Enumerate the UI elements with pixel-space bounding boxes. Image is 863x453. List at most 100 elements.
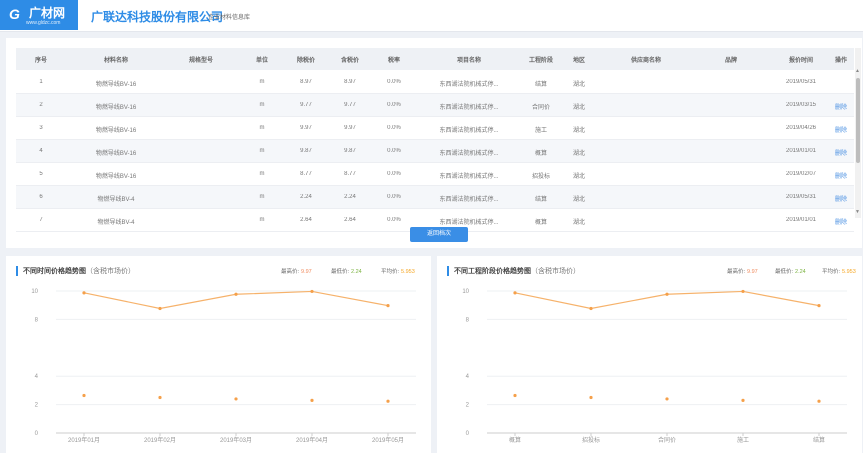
delete-link[interactable]: 删除 [829,102,853,111]
y-tick-label: 8 [466,317,470,323]
top-header: G 广材网 www.gldzc.com 广联达科技股份有限公司 企业材料信息库 [0,0,863,32]
table-cell: 结算 [534,197,547,203]
delete-link[interactable]: 删除 [829,171,853,180]
table-cell: 4 [39,148,43,154]
y-tick-label: 8 [35,317,39,323]
table-cell: 8.97 [344,79,356,85]
logo[interactable]: G 广材网 www.gldzc.com [0,0,78,30]
table-cell: 2.24 [300,194,312,200]
return-button[interactable]: 返回档次 [410,227,468,242]
data-point [158,306,162,311]
table-cell: 物燃导线BV-16 [95,82,137,88]
table-cell: 东西湖法院机械式停... [439,105,499,111]
column-header: 工程阶段 [528,58,553,64]
table-cell: 东西湖法院机械式停... [439,82,499,88]
table-cell: 物燃导线BV-4 [97,220,135,226]
data-point [665,397,669,401]
table-cell: m [259,171,265,177]
table-row[interactable]: 5 物燃导线BV-16 m 8.77 8.77 0.0% 东西湖法院机械式停... 招投标 湖北… [16,163,854,186]
delete-link[interactable]: 删除 [829,125,853,134]
table-row[interactable]: 2 物燃导线BV-16 m 9.77 9.77 0.0% 东西湖法院机械式停... 合同价 湖北… [16,94,854,117]
table-header: 序号 材料名称 规格型号 单位 除税价 含税价 税率 项目名称 工程阶段 地区 … [16,48,854,70]
data-point [513,291,517,295]
data-point [513,393,517,398]
table-cell: 湖北 [572,105,585,111]
y-tick-label: 10 [462,289,469,295]
column-header: 除税价 [296,58,315,64]
table-cell: m [259,217,265,223]
table-cell: 9.87 [300,148,312,154]
scroll-down-icon[interactable]: ▼ [855,209,860,215]
table-cell: 湖北 [572,151,585,157]
y-tick-label: 10 [31,289,38,295]
logo-url: www.gldzc.com [26,20,61,26]
scrollbar-thumb[interactable] [856,78,860,163]
table-row[interactable]: 1 物燃导线BV-16 m 8.97 8.97 0.0% 东西湖法院机械式停... 结算 湖北 2… [16,71,854,94]
data-point [310,398,314,402]
data-point [82,291,86,295]
table-cell: 0.0% [387,217,401,223]
column-header: 序号 [34,58,47,64]
column-header: 品牌 [724,58,737,64]
table-cell: 9.77 [300,102,312,108]
table-cell: 物燃导线BV-16 [95,105,137,111]
x-tick-label: 2019年05月 [372,436,404,444]
table-cell: 物燃导线BV-16 [95,174,137,180]
x-tick-label: 合同价 [658,436,676,444]
page-subtitle: 企业材料信息库 [208,15,251,21]
delete-link[interactable]: 删除 [829,217,853,226]
table-cell: 东西湖法院机械式停... [439,174,499,180]
column-header: 材料名称 [103,58,128,64]
table-cell: 湖北 [572,128,585,134]
table-cell: 招投标 [531,174,550,180]
table-cell: 5 [39,171,43,177]
table-cell: 9.77 [344,102,356,108]
column-header: 税率 [387,58,400,64]
table-cell: 施工 [534,128,547,134]
table-cell: 2.24 [344,194,356,200]
y-tick-label: 0 [35,431,39,437]
table-cell: 8.77 [300,171,312,177]
table-cell: 2019/04/26 [785,125,817,131]
y-tick-label: 4 [466,374,470,380]
table-cell: m [259,194,265,200]
delete-link[interactable]: 删除 [829,194,853,203]
table-cell: 9.87 [344,148,356,154]
table-row[interactable]: 3 物燃导线BV-16 m 9.97 9.97 0.0% 东西湖法院机械式停... 施工 湖北 2… [16,117,854,140]
table-cell: 物燃导线BV-4 [97,197,135,203]
table-cell: 0.0% [387,148,401,154]
column-header: 操作 [834,58,847,64]
x-tick-label: 结算 [813,436,825,444]
x-tick-label: 2019年03月 [220,436,252,444]
table-cell: 东西湖法院机械式停... [439,128,499,134]
scroll-up-icon[interactable]: ▲ [855,68,860,74]
table-cell: 0.0% [387,79,401,85]
table-cell: 2.64 [300,217,312,223]
table-row[interactable]: 4 物燃导线BV-16 m 9.87 9.87 0.0% 东西湖法院机械式停... 概算 湖北 2… [16,140,854,163]
table-cell: m [259,102,265,108]
logo-mark-icon: G [9,6,20,22]
table-cell: 物燃导线BV-16 [95,128,137,134]
y-tick-label: 0 [466,431,470,437]
table-cell: m [259,79,265,85]
table-cell: 7 [39,217,43,223]
column-header: 规格型号 [188,58,213,64]
table-cell: 湖北 [572,174,585,180]
column-header: 含税价 [340,58,359,64]
table-cell: 合同价 [531,105,550,111]
company-name: 广联达科技股份有限公司 [91,10,224,24]
data-point [817,304,821,308]
delete-link[interactable]: 删除 [829,148,853,157]
logo-text: 广材网 [29,6,66,20]
table-cell: 2.64 [344,217,356,223]
data-point [82,393,86,398]
table-row[interactable]: 6 物燃导线BV-4 m 2.24 2.24 0.0% 东西湖法院机械式停... 结算 湖北 20… [16,186,854,209]
column-header: 报价时间 [788,58,813,64]
table-cell: 8.97 [300,79,312,85]
table-cell: 概算 [534,151,547,157]
table-cell: 2 [39,102,43,108]
table-cell: 2019/02/07 [785,171,817,177]
table-cell: 湖北 [572,220,585,226]
table-cell: 0.0% [387,171,401,177]
table-cell: 9.97 [300,125,312,131]
